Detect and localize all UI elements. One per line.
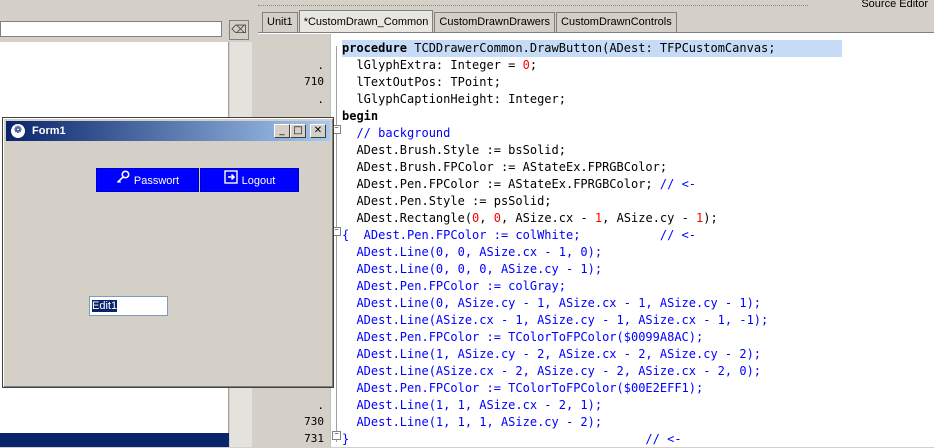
tab-unit1[interactable]: Unit1: [262, 12, 298, 32]
line-number: 731: [304, 432, 324, 445]
maximize-button[interactable]: □: [290, 124, 306, 138]
minimize-button[interactable]: _: [274, 124, 290, 138]
code-line: ADest.Rectangle(0, 0, ASize.cx - 1, ASiz…: [342, 211, 718, 225]
editor-title: Source Editor: [861, 0, 928, 10]
code-line: ADest.Brush.FPColor := AStateEx.FPRGBCol…: [342, 160, 668, 174]
clear-filter-icon: ⌫: [231, 23, 247, 36]
app-icon: ❁: [11, 124, 25, 138]
code-line: procedure TCDDrawerCommon.DrawButton(ADe…: [342, 40, 842, 57]
line-number: .: [317, 399, 324, 412]
code-line: ADest.Brush.Style := bsSolid;: [342, 143, 566, 157]
line-number: 710: [304, 75, 324, 88]
code-line: begin: [342, 109, 379, 123]
logout-icon: [223, 169, 238, 193]
code-line: ADest.Line(0, 0, 0, ASize.cy - 1);: [342, 262, 603, 276]
maximize-icon: □: [293, 125, 303, 136]
form1-title: Form1: [32, 125, 66, 137]
line-number: 730: [304, 415, 324, 428]
logout-button[interactable]: Logout: [200, 168, 299, 192]
code-line: lGlyphCaptionHeight: Integer;: [342, 92, 566, 106]
line-number: .: [317, 59, 324, 72]
code-line: lTextOutPos: TPoint;: [342, 75, 501, 89]
code-line: ADest.Line(ASize.cx - 2, ASize.cy - 2, A…: [342, 364, 762, 378]
code-line: ADest.Pen.FPColor := TColorToFPColor($00…: [342, 330, 704, 344]
code-line: lGlyphExtra: Integer = 0;: [342, 58, 538, 72]
fold-line: [336, 46, 337, 442]
code-line: ADest.Pen.FPColor := colGray;: [342, 279, 566, 293]
code-line: ADest.Line(0, 0, ASize.cx - 1, 0);: [342, 245, 603, 259]
logout-label: Logout: [241, 175, 276, 188]
edit1-value: Edit1: [92, 300, 118, 312]
code-line: ADest.Line(ASize.cx - 1, ASize.cy - 1, A…: [342, 313, 769, 327]
tab-customdrawn-common[interactable]: *CustomDrawn_Common: [298, 10, 434, 32]
code-line: { ADest.Pen.FPColor := colWhite; // <-: [342, 228, 697, 242]
code-line: ADest.Pen.Style := psSolid;: [342, 194, 552, 208]
close-button[interactable]: ✕: [310, 124, 326, 138]
code-line: ADest.Line(1, ASize.cy - 2, ASize.cx - 2…: [342, 347, 762, 361]
code-line: ADest.Pen.FPColor := AStateEx.FPRGBColor…: [342, 177, 697, 191]
code-line: ADest.Line(0, ASize.cy - 1, ASize.cx - 1…: [342, 296, 762, 310]
code-area[interactable]: procedure TCDDrawerCommon.DrawButton(ADe…: [342, 34, 934, 447]
filter-input[interactable]: [0, 21, 222, 37]
close-icon: ✕: [313, 125, 323, 136]
form1-title-bar[interactable]: ❁ Form1 _ □ ✕: [6, 121, 330, 141]
tab-customdrawndrawers[interactable]: CustomDrawnDrawers: [434, 12, 556, 32]
code-line: // background: [342, 126, 451, 140]
fold-toggle-icon[interactable]: −: [332, 431, 341, 440]
code-line: ADest.Line(1, 1, ASize.cx - 2, 1);: [342, 398, 603, 412]
code-line: ADest.Pen.FPColor := TColorToFPColor($00…: [342, 381, 704, 395]
passwort-label: Passwort: [133, 175, 180, 188]
tab-customdrawncontrols[interactable]: CustomDrawnControls: [556, 12, 677, 32]
key-icon: [116, 169, 130, 193]
form1-window: ❁ Form1 _ □ ✕ Passwort Logout Edit1: [2, 117, 334, 388]
code-line: ADest.Line(1, 1, 1, ASize.cy - 2);: [342, 415, 603, 429]
selected-list-item[interactable]: [0, 433, 229, 447]
minimize-icon: _: [279, 125, 285, 136]
code-line: } // <-: [342, 432, 682, 446]
line-number: .: [317, 93, 324, 106]
editor-tabs: Unit1 *CustomDrawn_Common CustomDrawnDra…: [262, 10, 678, 32]
passwort-button[interactable]: Passwort: [96, 168, 199, 192]
clear-filter-button[interactable]: ⌫: [229, 20, 249, 40]
title-divider: [258, 5, 808, 7]
edit1-field[interactable]: Edit1: [89, 296, 168, 316]
source-editor: Source Editor Unit1 *CustomDrawn_Common …: [258, 0, 934, 447]
